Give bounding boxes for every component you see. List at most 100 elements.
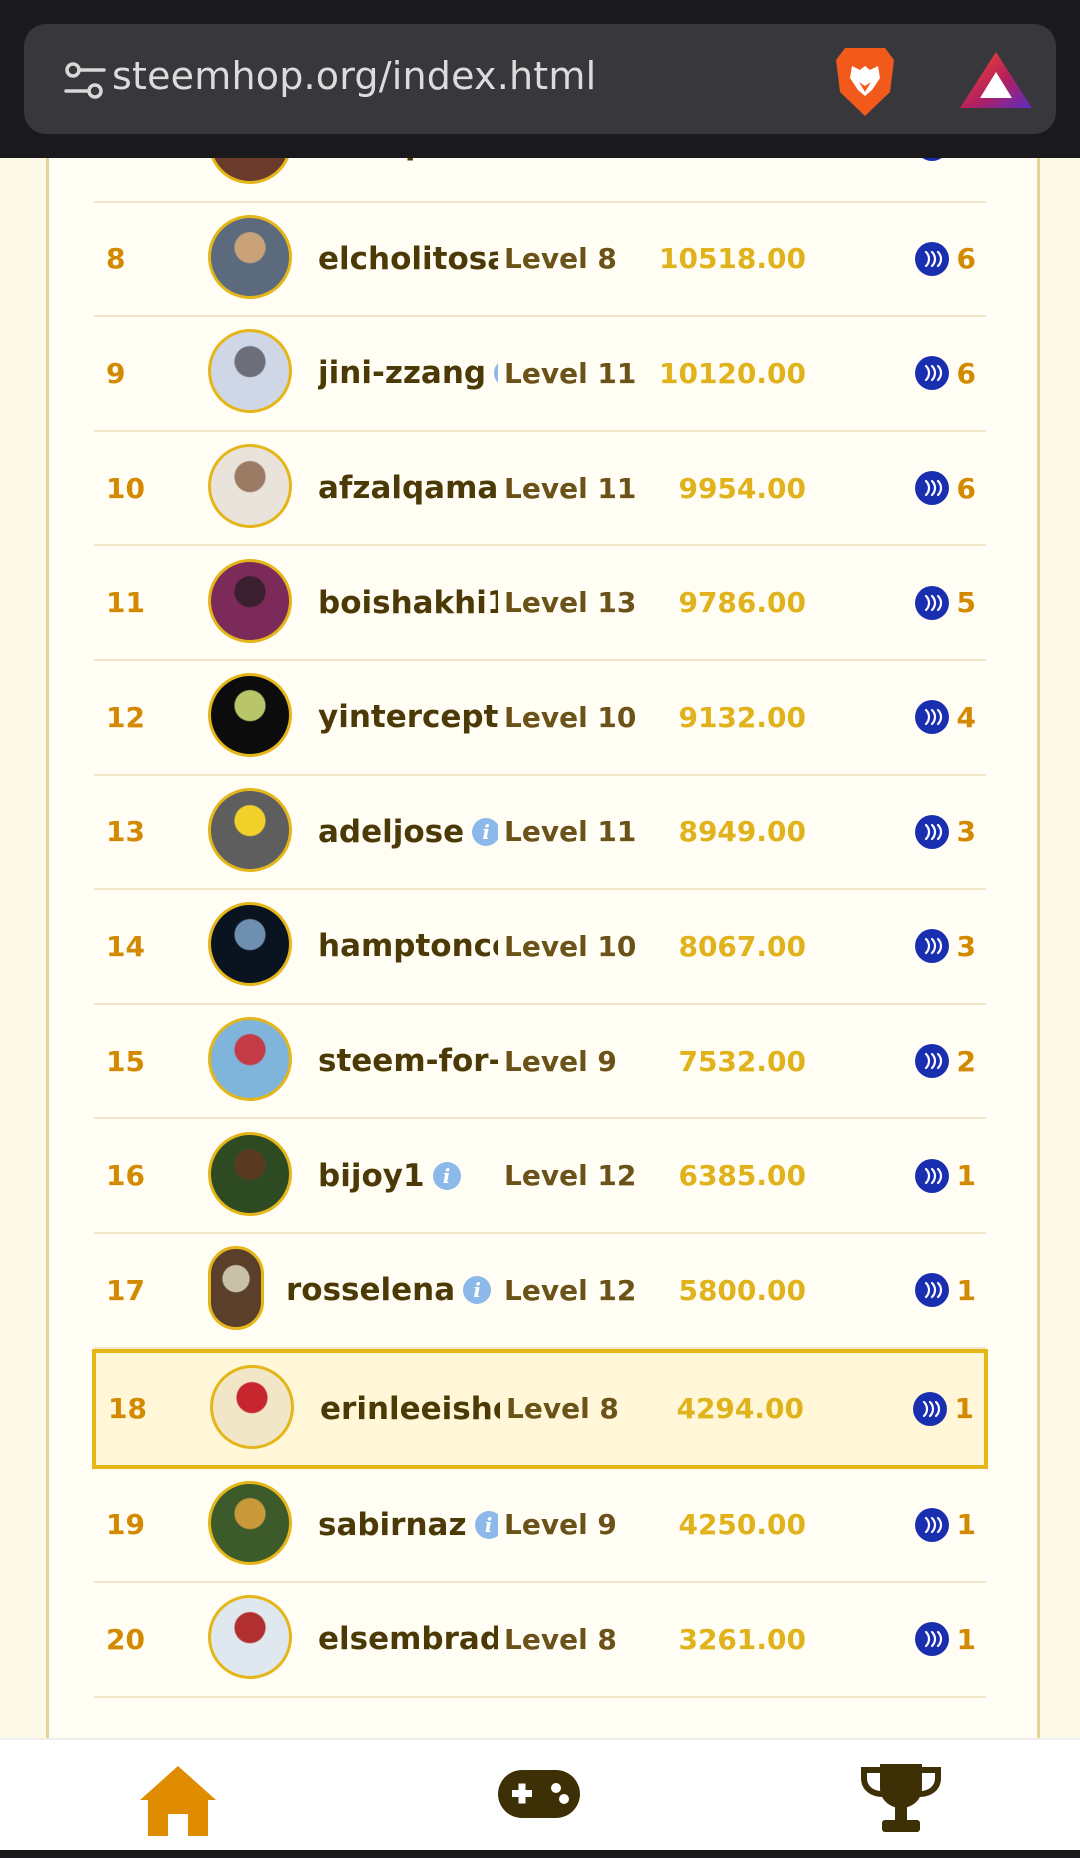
username[interactable]: jini-zzang i	[318, 317, 498, 430]
info-icon[interactable]: i	[474, 1510, 498, 1539]
user-avatar[interactable]	[208, 1017, 292, 1102]
info-icon[interactable]: i	[494, 359, 498, 388]
brave-lion-icon[interactable]	[832, 44, 898, 118]
rank-number: 8	[106, 242, 126, 276]
username[interactable]: bijoy1 i	[318, 1119, 498, 1232]
info-icon[interactable]: i	[463, 1276, 492, 1305]
rank-number: 12	[106, 700, 145, 734]
leaderboard-row[interactable]: 13 adeljose i Level 11 8949.00 3	[94, 776, 986, 891]
username-text[interactable]: hamptoncc	[318, 928, 498, 964]
username-text[interactable]: elcholitosa	[318, 241, 498, 277]
username-text[interactable]: rosselena	[286, 1272, 455, 1308]
score-value: 7532.00	[678, 1044, 806, 1078]
brave-rewards-icon[interactable]	[958, 50, 1034, 110]
user-avatar[interactable]	[208, 902, 292, 987]
rank-number: 16	[106, 1159, 145, 1193]
username-text[interactable]: yintercept	[318, 699, 498, 735]
leaderboard-row[interactable]: 20 elsembradoLevel 8 3261.00 1	[94, 1583, 986, 1698]
username[interactable]: tahispadro	[318, 158, 498, 201]
username-text[interactable]: afzalqamar	[318, 470, 498, 506]
username[interactable]: hamptoncc	[318, 890, 498, 1003]
level-label: Level 11	[504, 356, 637, 390]
username-text[interactable]: tahispadro	[318, 158, 498, 162]
user-avatar[interactable]	[208, 444, 292, 529]
username-text[interactable]: adeljose	[318, 814, 464, 850]
username[interactable]: rosselena i	[286, 1234, 496, 1347]
steem-reward: 6	[914, 203, 976, 316]
user-avatar[interactable]	[208, 787, 292, 872]
user-avatar[interactable]	[210, 1364, 294, 1449]
steem-reward: 5	[914, 546, 976, 659]
level-label: Level 10	[504, 700, 637, 734]
username-text[interactable]: boishakhi12	[318, 585, 498, 621]
username-text[interactable]: bijoy1	[318, 1158, 425, 1194]
steem-amount: 1	[956, 1159, 976, 1193]
gamepad-icon[interactable]	[496, 1766, 582, 1822]
leaderboard-row[interactable]: 14 hamptoncc Level 10 8067.00 3	[94, 890, 986, 1005]
tune-icon[interactable]	[64, 60, 106, 102]
leaderboard-row[interactable]: 11 boishakhi12Level 13 9786.00 5	[94, 546, 986, 661]
level-label: Level 8	[504, 1622, 617, 1656]
user-avatar[interactable]	[208, 673, 292, 758]
leaderboard-area[interactable]: 7tahispadroLevel 912279.007 8 elcholitosa L…	[0, 158, 1080, 1738]
username-text[interactable]: jini-zzang	[318, 355, 486, 391]
user-avatar[interactable]	[208, 1595, 292, 1680]
leaderboard-row-current-user[interactable]: 18 erinleeishe Level 8 4294.00 1	[92, 1348, 988, 1469]
browser-toolbar: steemhop.org/index.html	[0, 0, 1080, 158]
trophy-icon[interactable]	[860, 1760, 942, 1836]
user-avatar[interactable]	[208, 214, 292, 299]
username[interactable]: adeljose i	[318, 776, 498, 889]
username[interactable]: yintercept	[318, 661, 498, 774]
info-icon[interactable]: i	[472, 817, 498, 846]
home-icon[interactable]	[138, 1762, 218, 1838]
steem-reward: 1	[914, 1583, 976, 1696]
steem-icon	[914, 814, 949, 849]
score-value: 10120.00	[658, 356, 806, 390]
info-icon[interactable]: i	[432, 1161, 461, 1190]
leaderboard-row[interactable]: 12 yintercept Level 10 9132.00 4	[94, 661, 986, 776]
user-avatar[interactable]	[208, 158, 292, 185]
username-text[interactable]: sabirnaz	[318, 1507, 467, 1543]
steem-amount: 1	[956, 1622, 976, 1656]
steem-amount: 6	[956, 471, 976, 505]
user-avatar[interactable]	[208, 1131, 292, 1216]
user-avatar[interactable]	[208, 1246, 264, 1331]
rank-number: 18	[108, 1392, 147, 1426]
user-avatar[interactable]	[208, 1480, 292, 1565]
steem-reward: 3	[914, 776, 976, 889]
steem-icon	[914, 1273, 949, 1308]
leaderboard-row[interactable]: 10 afzalqamar Level 11 9954.00 6	[94, 432, 986, 547]
leaderboard-row[interactable]: 9 jini-zzang iLevel 11 10120.00 6	[94, 317, 986, 432]
steem-amount: 6	[956, 242, 976, 276]
username[interactable]: erinleeishe	[320, 1353, 500, 1465]
rank-number: 9	[106, 356, 126, 390]
leaderboard-row[interactable]: 15 steem-for- Level 9 7532.00 2	[94, 1005, 986, 1120]
username[interactable]: boishakhi12	[318, 546, 498, 659]
url-text[interactable]: steemhop.org/index.html	[112, 54, 596, 98]
score-value: 10518.00	[658, 242, 806, 276]
leaderboard-row[interactable]: 7 tahispadro Level 9 12279.00 7	[94, 158, 986, 203]
steem-amount: 5	[956, 586, 976, 620]
steem-icon	[914, 356, 949, 391]
username-text[interactable]: elsembrado	[318, 1621, 498, 1657]
address-bar[interactable]: steemhop.org/index.html	[24, 24, 1056, 134]
score-value: 12279.00	[659, 158, 806, 201]
leaderboard-row[interactable]: 8 elcholitosa Level 8 10518.00 6	[94, 203, 986, 318]
rank-number: 11	[106, 586, 145, 620]
username[interactable]: afzalqamar	[318, 432, 498, 545]
username-text[interactable]: erinleeishe	[320, 1391, 500, 1427]
user-avatar[interactable]	[208, 329, 292, 414]
score-value: 3261.00	[678, 1622, 806, 1656]
leaderboard-row[interactable]: 19 sabirnaz i Level 9 4250.00 1	[94, 1469, 986, 1584]
username[interactable]: steem-for-	[318, 1005, 498, 1118]
username[interactable]: elsembrado	[318, 1583, 498, 1696]
steem-icon	[914, 585, 949, 620]
leaderboard-row[interactable]: 16 bijoy1 i Level 12 6385.00 1	[94, 1119, 986, 1234]
steem-reward: 1	[914, 1469, 976, 1582]
rank-number: 10	[106, 471, 145, 505]
username[interactable]: sabirnaz i	[318, 1469, 498, 1582]
user-avatar[interactable]	[208, 558, 292, 643]
username[interactable]: elcholitosa	[318, 203, 498, 316]
leaderboard-row[interactable]: 17 rosselena i Level 12 5800.00 1	[94, 1234, 986, 1349]
username-text[interactable]: steem-for-	[318, 1043, 498, 1079]
